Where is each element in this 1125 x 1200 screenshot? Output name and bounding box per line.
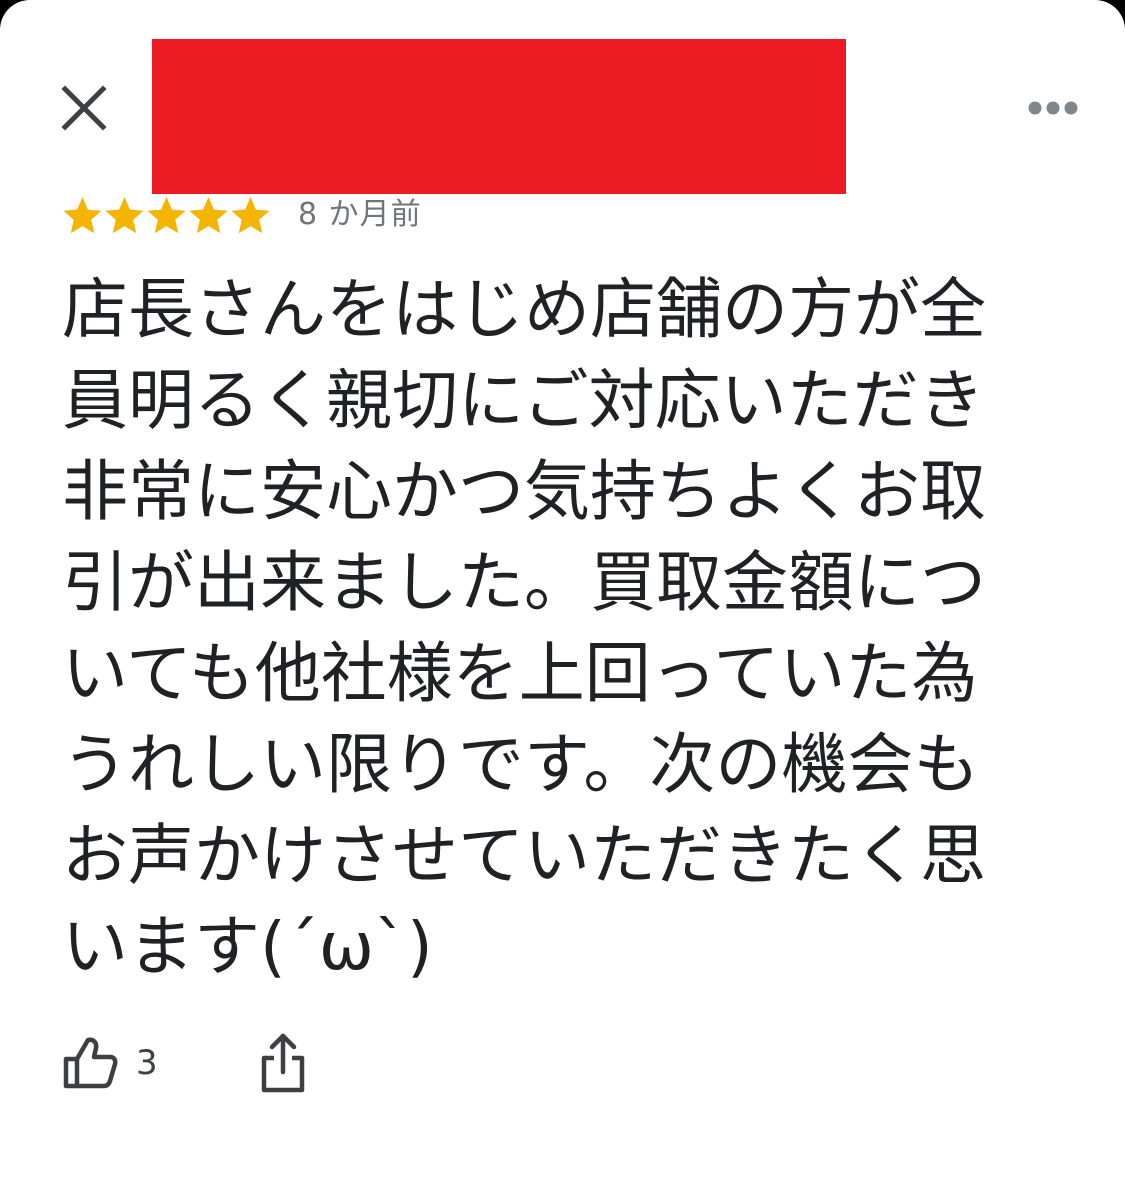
share-button[interactable] [260,1032,306,1094]
like-button[interactable]: 3 [62,1028,158,1098]
star-rating [62,195,272,236]
review-text-line: うれしい限りです。次の機会も [62,726,980,803]
review-text-line: いても他社様を上回っていた為 [62,635,978,712]
like-count: 3 [136,1043,158,1083]
star-filled-icon [63,196,102,233]
share-icon [261,1033,304,1093]
review-date: 8 か月前 [298,197,422,232]
review-actions: 3 [62,1028,306,1098]
review-text-line: 引が出来ました。買取金額につ [62,544,986,621]
thumbs-up-icon [63,1037,118,1089]
star-filled-icon [147,196,186,233]
review-text-line: 非常に安心かつ気持ちよくお取 [62,453,986,530]
review-text-line: お声かけさせていただきたく思 [62,817,986,894]
redacted-reviewer-name [152,39,846,194]
review-text-line: 員明るく親切にご対応いただき [62,362,985,439]
more-options-button[interactable] [1022,88,1084,128]
star-filled-icon [231,196,270,233]
review-card: 8 か月前 店長さんをはじめ店舗の方が全 員明るく親切にご対応いただき 非常に安… [0,0,1125,1200]
close-button[interactable] [56,80,112,136]
star-filled-icon [105,196,144,233]
more-horizontal-icon [1028,101,1078,115]
review-text-line: います(´ω`) [62,908,433,985]
star-filled-icon [189,196,228,233]
close-icon [61,85,107,131]
review-text: 店長さんをはじめ店舗の方が全 員明るく親切にご対応いただき 非常に安心かつ気持ち… [62,264,1062,992]
review-text-line: 店長さんをはじめ店舗の方が全 [62,271,986,348]
rating-row: 8 か月前 [62,192,422,238]
